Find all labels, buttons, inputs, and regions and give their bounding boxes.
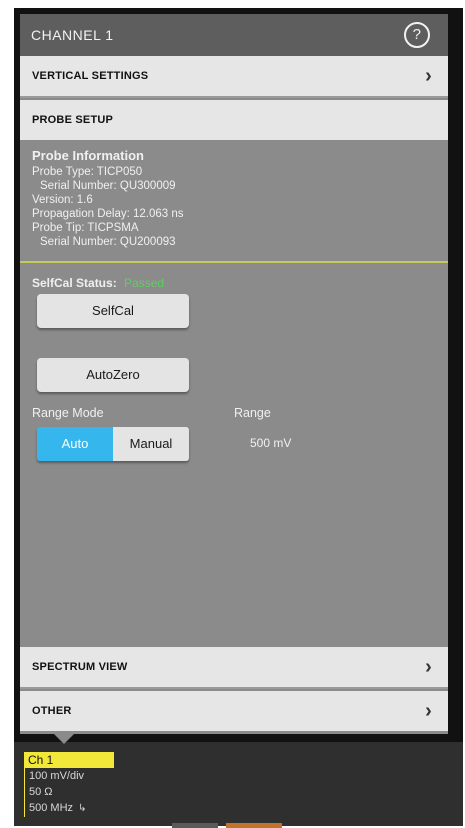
selfcal-button[interactable]: SelfCal — [37, 294, 189, 328]
range-mode-label: Range Mode — [32, 406, 104, 420]
probe-information: Probe Information Probe Type: TICP050 Se… — [32, 149, 184, 249]
selfcal-status-value: Passed — [124, 276, 165, 290]
channel-impedance: 50 Ω — [29, 786, 53, 798]
panel-title: CHANNEL 1 — [31, 27, 114, 43]
channel-bandwidth-value: 500 MHz — [29, 802, 74, 814]
divider — [20, 96, 448, 98]
bandwidth-limit-icon: ↳ — [78, 803, 87, 814]
probe-version: Version: 1.6 — [32, 194, 93, 206]
range-mode-toggle: Auto Manual — [37, 427, 189, 461]
bottom-tab[interactable] — [172, 823, 218, 828]
bottom-tab[interactable] — [226, 823, 282, 828]
selfcal-status-label: SelfCal Status: — [32, 276, 117, 290]
channel-badge-info: 100 mV/div 50 Ω 500 MHz ↳ — [24, 768, 114, 817]
probe-information-title: Probe Information — [32, 148, 144, 163]
selfcal-status: SelfCal Status: Passed — [32, 276, 164, 290]
waveform-trace — [20, 261, 448, 263]
panel-pointer — [54, 734, 74, 744]
chevron-right-icon: › — [425, 656, 432, 678]
divider — [20, 687, 448, 689]
section-other[interactable]: OTHER › — [20, 691, 448, 731]
propagation-delay: Propagation Delay: 12.063 ns — [32, 208, 184, 220]
section-probe-setup[interactable]: PROBE SETUP — [20, 100, 448, 140]
probe-tip-serial-number: Serial Number: QU200093 — [40, 236, 176, 248]
range-label: Range — [234, 406, 271, 420]
channel-badge-title: Ch 1 — [24, 752, 114, 768]
chevron-right-icon: › — [425, 700, 432, 722]
section-spectrum-view-label: SPECTRUM VIEW — [32, 661, 128, 673]
help-icon[interactable]: ? — [404, 22, 430, 48]
chevron-right-icon: › — [425, 65, 432, 87]
range-mode-manual[interactable]: Manual — [113, 427, 189, 461]
range-mode-auto[interactable]: Auto — [37, 427, 113, 461]
section-vertical-settings-label: VERTICAL SETTINGS — [32, 70, 149, 82]
channel-1-badge[interactable]: Ch 1 100 mV/div 50 Ω 500 MHz ↳ — [24, 752, 114, 818]
section-spectrum-view[interactable]: SPECTRUM VIEW › — [20, 647, 448, 687]
section-vertical-settings[interactable]: VERTICAL SETTINGS › — [20, 56, 448, 96]
channel-bandwidth: 500 MHz ↳ — [29, 800, 114, 817]
probe-tip: Probe Tip: TICPSMA — [32, 222, 139, 234]
range-value: 500 mV — [250, 436, 292, 450]
channel-scale: 100 mV/div — [29, 770, 85, 782]
section-probe-setup-label: PROBE SETUP — [32, 114, 114, 126]
probe-serial-number: Serial Number: QU300009 — [40, 180, 176, 192]
channel-settings-panel: CHANNEL 1 ? VERTICAL SETTINGS › PROBE SE… — [20, 14, 448, 734]
section-other-label: OTHER — [32, 705, 72, 717]
panel-header: CHANNEL 1 ? — [20, 14, 448, 56]
probe-type: Probe Type: TICP050 — [32, 166, 143, 178]
autozero-button[interactable]: AutoZero — [37, 358, 189, 392]
